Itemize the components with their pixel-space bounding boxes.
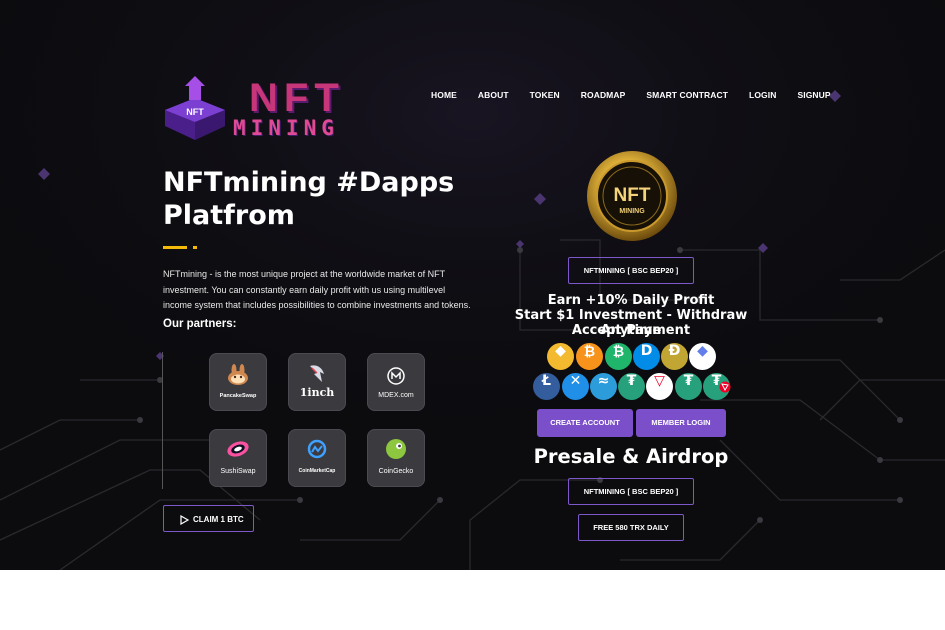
hero-title: NFTmining #Dapps Platfrom bbox=[163, 167, 455, 231]
partner-name: CoinMarketCap bbox=[298, 468, 336, 474]
claim-label: CLAIM 1 BTC bbox=[193, 515, 244, 524]
partner-1inch[interactable]: 1inch bbox=[288, 353, 346, 411]
binance-coin-icon: ◆ bbox=[547, 343, 574, 370]
claim-btn-button[interactable]: CLAIM 1 BTC bbox=[163, 505, 254, 532]
tron-icon: ▽ bbox=[646, 373, 673, 400]
litecoin-icon: Ł bbox=[533, 373, 560, 400]
create-account-button[interactable]: CREATE ACCOUNT bbox=[537, 409, 633, 437]
partner-sushiswap[interactable]: SushiSwap bbox=[209, 429, 267, 487]
partner-coingecko[interactable]: CoinGecko bbox=[367, 429, 425, 487]
mdex-icon bbox=[387, 367, 405, 385]
nav-roadmap[interactable]: ROADMAP bbox=[581, 90, 626, 100]
brand-name: NFT bbox=[249, 76, 345, 120]
nav-home[interactable]: HOME bbox=[431, 90, 457, 100]
nav-login[interactable]: LOGIN bbox=[749, 90, 776, 100]
gem-logo-icon: NFT bbox=[165, 76, 225, 140]
coinmarketcap-icon bbox=[307, 439, 327, 459]
partners-title: Our partners: bbox=[163, 318, 237, 330]
token-contract-button[interactable]: NFTMINING [ BSC BEP20 ] bbox=[568, 257, 694, 284]
presale-title: Presale & Airdrop bbox=[533, 445, 729, 468]
bottom-background bbox=[0, 570, 945, 630]
partner-name: CoinGecko bbox=[378, 468, 414, 475]
partner-name: MDEX.com bbox=[378, 392, 414, 399]
top-nav: HOME ABOUT TOKEN ROADMAP SMART CONTRACT … bbox=[431, 90, 852, 100]
dash-icon: D bbox=[633, 343, 660, 370]
ripple-icon: ✕ bbox=[562, 373, 589, 400]
free-trx-button[interactable]: FREE 580 TRX DAILY bbox=[578, 514, 684, 541]
ethereum-icon: ◆ bbox=[689, 343, 716, 370]
dogecoin-icon: Ð bbox=[661, 343, 688, 370]
partner-pancakeswap[interactable]: PancakeSwap bbox=[209, 353, 267, 411]
partner-coinmarketcap[interactable]: CoinMarketCap bbox=[288, 429, 346, 487]
brand-subname: MINING bbox=[233, 116, 339, 140]
coingecko-icon bbox=[386, 439, 406, 459]
tether-icon: ₮ bbox=[675, 373, 702, 400]
nft-mining-coin-icon: NFT MINING bbox=[587, 151, 677, 241]
nav-about[interactable]: ABOUT bbox=[478, 90, 509, 100]
1inch-icon bbox=[310, 365, 324, 382]
page-frame: NFT NFT MINING HOME ABOUT TOKEN ROADMAP … bbox=[0, 0, 945, 630]
hero-description: NFTmining - is the most unique project a… bbox=[163, 269, 471, 310]
tron-badge-icon bbox=[719, 381, 731, 393]
gem-label: NFT bbox=[186, 107, 204, 117]
nav-smart-contract[interactable]: SMART CONTRACT bbox=[646, 90, 728, 100]
nav-signup[interactable]: SIGNUP bbox=[797, 90, 830, 100]
accept-text: Accept Payment bbox=[571, 323, 691, 338]
bitcoin-cash-icon: ₿ bbox=[605, 343, 632, 370]
accent-bar bbox=[163, 246, 187, 249]
stellar-icon: ≈ bbox=[590, 373, 617, 400]
nav-token[interactable]: TOKEN bbox=[530, 90, 560, 100]
partner-mdex[interactable]: MDEX.com bbox=[367, 353, 425, 411]
partners-divider bbox=[162, 352, 163, 489]
tether-icon: ₮ bbox=[618, 373, 645, 400]
partner-name: 1inch bbox=[299, 386, 335, 399]
brand-logo[interactable]: NFT NFT MINING bbox=[163, 76, 348, 144]
partner-name: SushiSwap bbox=[220, 468, 256, 475]
coin-text: NFT bbox=[614, 185, 651, 206]
pancakeswap-icon bbox=[228, 364, 248, 385]
member-login-button[interactable]: MEMBER LOGIN bbox=[636, 409, 726, 437]
partner-name: PancakeSwap bbox=[219, 393, 257, 399]
tether-trc20-icon: ₮ bbox=[703, 373, 731, 400]
bitcoin-icon: ₿ bbox=[576, 343, 603, 370]
sushiswap-icon bbox=[227, 441, 249, 457]
accent-dot bbox=[193, 246, 197, 249]
coin-subtext: MINING bbox=[619, 208, 645, 215]
presale-token-button[interactable]: NFTMINING [ BSC BEP20 ] bbox=[568, 478, 694, 505]
earn-text: Earn +10% Daily Profit bbox=[547, 293, 715, 308]
play-icon bbox=[180, 515, 189, 525]
